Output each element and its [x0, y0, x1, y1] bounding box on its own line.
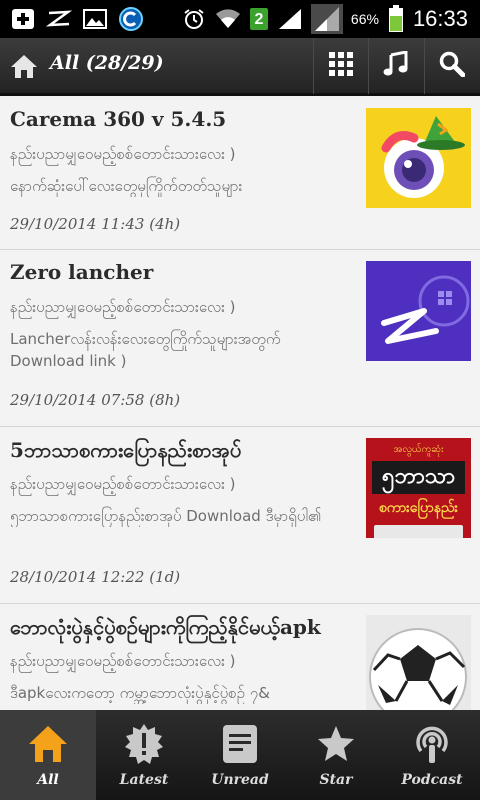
- home-icon: [26, 722, 70, 766]
- item-title: Carema 360 v 5.4.5: [10, 107, 227, 131]
- battery-percent: 66%: [350, 11, 379, 27]
- myanmar-book-cover-icon: အလွယ်ကူဆုံး ၅ဘာသာ စကားပြောနည်း: [366, 438, 471, 538]
- item-thumbnail: [366, 261, 471, 361]
- tab-podcast[interactable]: Podcast: [384, 710, 480, 800]
- tab-label: Podcast: [401, 772, 463, 788]
- search-button[interactable]: [424, 38, 478, 94]
- wifi-icon: [215, 7, 241, 31]
- tab-latest[interactable]: Latest: [96, 710, 192, 800]
- home-icon[interactable]: [10, 52, 38, 80]
- item-date: 29/10/2014 11:43 (4h): [10, 215, 181, 233]
- music-icon: [383, 50, 409, 81]
- cover-strip: [374, 525, 463, 538]
- action-bar: All (28/29): [0, 38, 480, 96]
- item-description: နောက်ဆုံးပေါ်လေးတွေမှကြိုက်တတ်သူများ: [10, 177, 243, 195]
- cover-line-3: စကားပြောနည်း: [378, 500, 459, 516]
- status-bar: 2 66% 16:33: [0, 0, 480, 38]
- item-source: နည်းပညာမျှဝေမည့်စစ်တောင်းသားလေး ): [10, 298, 236, 316]
- feed-item[interactable]: Carema 360 v 5.4.5 နည်းပညာမျှဝေမည့်စစ်တေ…: [0, 97, 480, 250]
- item-title: 5ဘာသာစကားပြောနည်းစာအုပ်: [10, 438, 242, 462]
- z-app-icon: [46, 7, 72, 31]
- feed-item[interactable]: ဘောလုံးပွဲနှင့်ပွဲစဉ်များကိုကြည့်နိုင်မယ…: [0, 604, 480, 710]
- item-date: 28/10/2014 12:22 (1d): [10, 568, 181, 586]
- star-icon: [314, 722, 358, 766]
- cover-line-2: ၅ဘာသာ: [372, 461, 465, 494]
- signal-2-icon: [310, 4, 343, 34]
- podcast-icon: [410, 722, 454, 766]
- tab-label: Star: [319, 772, 353, 788]
- tab-label: All: [37, 772, 59, 788]
- tab-star[interactable]: Star: [288, 710, 384, 800]
- search-icon: [439, 51, 465, 81]
- battery-icon: [387, 5, 405, 32]
- clock: 16:33: [412, 6, 468, 31]
- alarm-icon: [181, 7, 207, 31]
- item-title: Zero lancher: [10, 260, 154, 284]
- image-icon: [82, 7, 108, 31]
- grid-view-button[interactable]: [313, 38, 367, 94]
- zero-launcher-app-icon: [366, 261, 471, 361]
- music-button[interactable]: [368, 38, 422, 94]
- document-icon: [218, 722, 262, 766]
- page-title: All (28/29): [50, 52, 164, 74]
- tab-label: Latest: [119, 772, 169, 788]
- item-thumbnail: [366, 615, 471, 710]
- item-thumbnail: [366, 108, 471, 208]
- item-source: နည်းပညာမျှဝေမည့်စစ်တောင်းသားလေး ): [10, 652, 236, 670]
- item-date: 29/10/2014 07:58 (8h): [10, 391, 181, 409]
- tab-all[interactable]: All: [0, 710, 96, 800]
- item-description: ဒီapkလေးကတော့ ကမ္ဘာ့ဘောလုံးပွဲနှင့်ပွဲစဉ…: [10, 684, 270, 702]
- tab-unread[interactable]: Unread: [192, 710, 288, 800]
- sim-badge: 2: [254, 11, 264, 28]
- signal-icon: [277, 7, 303, 31]
- item-description: ၅ဘာသာစကားပြောနည်းစာအုပ် Download ဒီမှာရှ…: [10, 507, 322, 525]
- tab-label: Unread: [211, 772, 269, 788]
- feed-list[interactable]: Carema 360 v 5.4.5 နည်းပညာမျှဝေမည့်စစ်တေ…: [0, 97, 480, 710]
- camera360-app-icon: [366, 108, 471, 208]
- item-description: Lancherလန်းလန်းလေးတွေကြိုက်သူများအတွက် D…: [10, 330, 281, 370]
- feed-item[interactable]: 5ဘာသာစကားပြောနည်းစာအုပ် နည်းပညာမျှဝေမည့်…: [0, 427, 480, 604]
- sim2-icon: 2: [249, 7, 269, 31]
- add-box-icon: [10, 7, 36, 31]
- item-title: ဘောလုံးပွဲနှင့်ပွဲစဉ်များကိုကြည့်နိုင်မယ…: [10, 615, 321, 639]
- item-source: နည်းပညာမျှဝေမည့်စစ်တောင်းသားလေး ): [10, 145, 236, 163]
- feed-item[interactable]: Zero lancher နည်းပညာမျှဝေမည့်စစ်တောင်းသာ…: [0, 250, 480, 427]
- bottom-tab-bar: All Latest Unread Star Podcast: [0, 710, 480, 800]
- cover-line-1: အလွယ်ကူဆုံး: [393, 444, 444, 455]
- soccer-ball-icon: [366, 615, 471, 710]
- new-badge-icon: [122, 722, 166, 766]
- item-source: နည်းပညာမျှဝေမည့်စစ်တောင်းသားလေး ): [10, 475, 236, 493]
- grid-icon: [328, 52, 353, 80]
- cm-app-icon: [118, 7, 144, 31]
